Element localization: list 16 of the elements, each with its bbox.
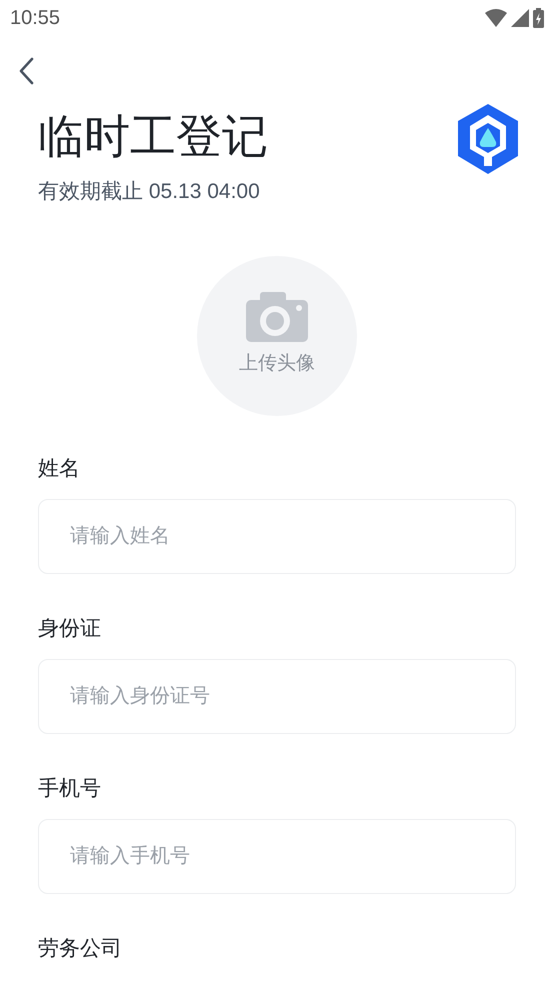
input-field[interactable]: 请输入身份证号 [38,658,516,734]
signal-icon [511,9,529,27]
camera-icon [246,292,308,342]
field-label: 手机号 [38,776,101,802]
wifi-icon [485,9,507,27]
field-label: 身份证 [38,616,101,642]
avatar-upload-button[interactable]: 上传头像 [197,256,357,416]
cube-logo-icon [458,104,518,174]
field-label: 姓名 [38,456,80,482]
status-time: 10:55 [10,6,60,31]
input-field[interactable]: 请输入手机号 [38,818,516,894]
field-label: 劳务公司 [38,936,122,962]
input-field[interactable]: 请输入姓名 [38,498,516,574]
battery-icon [533,8,544,28]
page-title: 临时工登记 [38,109,268,164]
validity-text: 有效期截止 05.13 04:00 [38,179,261,205]
